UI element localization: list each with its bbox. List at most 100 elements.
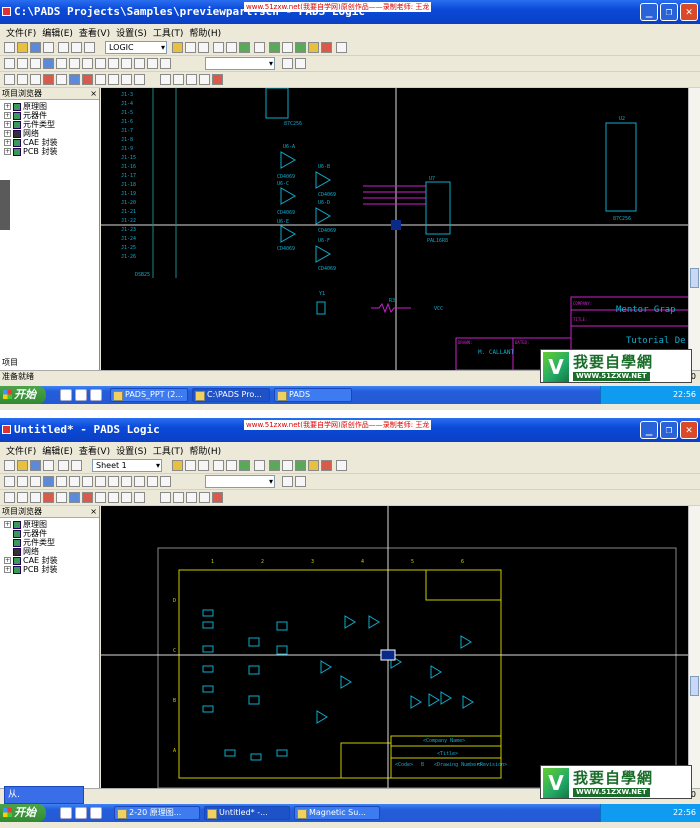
- hierarchy-icon[interactable]: [160, 58, 171, 69]
- menu-help[interactable]: 帮助(H): [189, 26, 221, 39]
- close-button[interactable]: ✕: [680, 3, 698, 21]
- measure-icon[interactable]: [160, 74, 171, 85]
- ground-icon[interactable]: [121, 476, 132, 487]
- project-tab[interactable]: 项目: [2, 358, 18, 368]
- properties-icon[interactable]: [56, 74, 67, 85]
- arrow-up-icon[interactable]: [282, 476, 293, 487]
- mirror-icon[interactable]: [108, 74, 119, 85]
- select-icon[interactable]: [4, 492, 15, 503]
- minimize-button[interactable]: _: [640, 421, 658, 439]
- menu-edit[interactable]: 编辑(E): [42, 26, 73, 39]
- swap-icon[interactable]: [173, 74, 184, 85]
- split-icon[interactable]: [134, 492, 145, 503]
- quick-launch-media-icon[interactable]: [75, 389, 87, 401]
- find-icon[interactable]: [239, 460, 250, 471]
- zoom-fit-icon[interactable]: [226, 460, 237, 471]
- clear-icon[interactable]: [212, 492, 223, 503]
- save-icon[interactable]: [30, 460, 41, 471]
- pin-swap-icon[interactable]: [199, 74, 210, 85]
- add-wire-icon[interactable]: [43, 476, 54, 487]
- delete-icon[interactable]: [43, 492, 54, 503]
- tree-item-nets[interactable]: + 网络: [4, 129, 99, 138]
- menu-setup[interactable]: 设置(S): [116, 444, 147, 457]
- menu-view[interactable]: 查看(V): [79, 444, 110, 457]
- paste-icon[interactable]: [84, 42, 95, 53]
- add-wire-icon[interactable]: [43, 58, 54, 69]
- quick-launch-desktop-icon[interactable]: [90, 389, 102, 401]
- vertical-scrollbar[interactable]: [688, 88, 700, 370]
- expand-icon[interactable]: +: [4, 112, 11, 119]
- panel-collapse-handle[interactable]: [0, 180, 10, 230]
- help-icon[interactable]: [336, 460, 347, 471]
- power-icon[interactable]: [134, 476, 145, 487]
- report-icon[interactable]: [308, 460, 319, 471]
- hierarchy-icon[interactable]: [160, 476, 171, 487]
- open-icon[interactable]: [17, 460, 28, 471]
- query-icon[interactable]: [69, 492, 80, 503]
- highlight-icon[interactable]: [82, 74, 93, 85]
- add-text-icon[interactable]: [69, 58, 80, 69]
- cut-icon[interactable]: [58, 42, 69, 53]
- close-button[interactable]: ✕: [680, 421, 698, 439]
- rotate-icon[interactable]: [95, 74, 106, 85]
- copy-icon[interactable]: [71, 42, 82, 53]
- tree-item-part-types[interactable]: 元件类型: [4, 538, 99, 547]
- stop-icon[interactable]: [321, 460, 332, 471]
- print-icon[interactable]: [43, 460, 54, 471]
- add-text-icon[interactable]: [69, 476, 80, 487]
- redo-icon[interactable]: [198, 460, 209, 471]
- query-icon[interactable]: [69, 74, 80, 85]
- taskbar-item[interactable]: Untitled* -...: [204, 806, 290, 820]
- schematic-canvas[interactable]: 1 2 3 4 5 6 D C B A <Company Name> <Titl…: [101, 506, 700, 788]
- expand-icon[interactable]: +: [4, 139, 11, 146]
- find-icon[interactable]: [239, 42, 250, 53]
- gate-swap-icon[interactable]: [186, 74, 197, 85]
- layers-icon[interactable]: [269, 42, 280, 53]
- arrow-down-icon[interactable]: [295, 58, 306, 69]
- tree-item-nets[interactable]: 网络: [4, 547, 99, 556]
- schematic-canvas[interactable]: J1-3 J1-4 J1-5 J1-6 J1-7 J1-8 J1-9 J1-15…: [101, 88, 700, 370]
- add-component-icon[interactable]: [17, 476, 28, 487]
- quick-launch-ie-icon[interactable]: [60, 807, 72, 819]
- move-icon[interactable]: [30, 58, 41, 69]
- menu-setup[interactable]: 设置(S): [116, 26, 147, 39]
- split-icon[interactable]: [134, 74, 145, 85]
- ime-label[interactable]: 从.: [8, 790, 20, 800]
- arrow-up-icon[interactable]: [282, 58, 293, 69]
- off-page-icon[interactable]: [108, 476, 119, 487]
- help-pointer-icon[interactable]: [4, 58, 15, 69]
- tree-item-parts[interactable]: 元器件: [4, 529, 99, 538]
- save-icon[interactable]: [30, 42, 41, 53]
- select-filter-icon[interactable]: [172, 460, 183, 471]
- zoom-icon[interactable]: [213, 460, 224, 471]
- refresh-icon[interactable]: [254, 42, 265, 53]
- mode-combo[interactable]: [205, 475, 275, 488]
- label-icon[interactable]: [147, 476, 158, 487]
- maximize-button[interactable]: ❐: [660, 421, 678, 439]
- select-filter-icon[interactable]: [172, 42, 183, 53]
- connect-icon[interactable]: [95, 58, 106, 69]
- add-bus-icon[interactable]: [56, 58, 67, 69]
- add-bus-icon[interactable]: [56, 476, 67, 487]
- expand-icon[interactable]: +: [4, 566, 11, 573]
- new-icon[interactable]: [4, 460, 15, 471]
- layers-icon[interactable]: [269, 460, 280, 471]
- undo-icon[interactable]: [185, 460, 196, 471]
- menu-tools[interactable]: 工具(T): [153, 444, 184, 457]
- clear-icon[interactable]: [212, 74, 223, 85]
- start-button[interactable]: 开始: [0, 804, 46, 822]
- tree-item-pcb-decals[interactable]: + PCB 封装: [4, 565, 99, 574]
- highlight-icon[interactable]: [82, 492, 93, 503]
- attributes-icon[interactable]: [282, 460, 293, 471]
- select-parts-icon[interactable]: [17, 74, 28, 85]
- quick-launch-ie-icon[interactable]: [60, 389, 72, 401]
- rotate-icon[interactable]: [95, 492, 106, 503]
- menu-help[interactable]: 帮助(H): [189, 444, 221, 457]
- close-panel-icon[interactable]: ×: [90, 88, 97, 100]
- vertical-scrollbar[interactable]: [688, 506, 700, 788]
- flip-icon[interactable]: [121, 492, 132, 503]
- add-field-icon[interactable]: [82, 58, 93, 69]
- new-icon[interactable]: [4, 42, 15, 53]
- measure-icon[interactable]: [160, 492, 171, 503]
- move-icon[interactable]: [30, 476, 41, 487]
